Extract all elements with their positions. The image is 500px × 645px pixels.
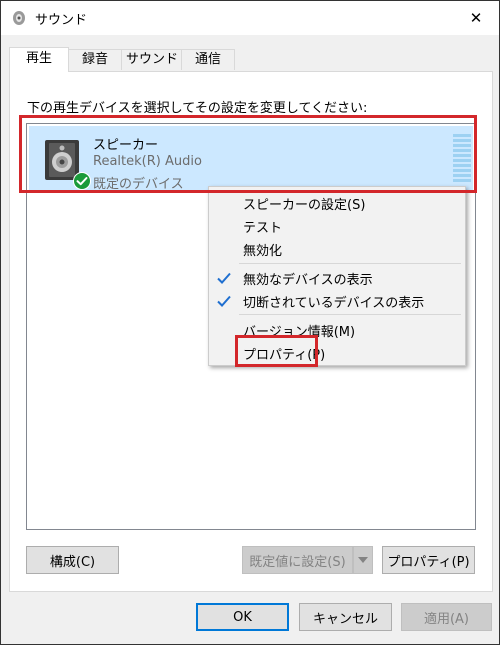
check-icon — [217, 272, 231, 284]
context-menu: スピーカーの設定(S) テスト 無効化 無効なデバイスの表示 切断されているデバ… — [208, 186, 466, 366]
check-badge-icon — [73, 172, 91, 190]
menu-item-show-disabled[interactable]: 無効なデバイスの表示 — [243, 269, 373, 288]
volume-level-meter — [453, 134, 471, 182]
chevron-down-icon — [358, 557, 368, 563]
device-status: 既定のデバイス — [93, 177, 184, 192]
check-icon — [217, 295, 231, 307]
speaker-small-icon — [13, 11, 25, 25]
menu-item-show-disconnected[interactable]: 切断されているデバイスの表示 — [243, 292, 424, 311]
menu-item-test[interactable]: テスト — [243, 217, 282, 236]
menu-separator — [239, 314, 461, 315]
device-driver: Realtek(R) Audio — [93, 154, 202, 169]
menu-separator — [239, 263, 461, 264]
tab-playback[interactable]: 再生 — [9, 47, 69, 72]
set-default-dropdown[interactable] — [353, 546, 373, 574]
cancel-button[interactable]: キャンセル — [299, 603, 392, 631]
instruction-text: 下の再生デバイスを選択してその設定を変更してください: — [27, 101, 368, 116]
close-icon: ✕ — [469, 9, 483, 27]
apply-button[interactable]: 適用(A) — [401, 603, 492, 631]
menu-item-version[interactable]: バージョン情報(M) — [243, 321, 355, 340]
ok-button[interactable]: OK — [196, 603, 289, 631]
device-name: スピーカー — [93, 138, 159, 153]
tab-sounds[interactable]: サウンド — [121, 49, 183, 70]
title-bar: サウンド ✕ — [1, 1, 499, 35]
tab-strip: 再生 録音 サウンド 通信 — [9, 47, 491, 72]
tab-communications[interactable]: 通信 — [181, 49, 235, 70]
close-button[interactable]: ✕ — [453, 1, 499, 35]
window-title: サウンド — [35, 13, 88, 28]
menu-item-disable[interactable]: 無効化 — [243, 240, 282, 259]
device-row-speaker[interactable]: スピーカー Realtek(R) Audio 既定のデバイス — [29, 126, 473, 192]
tab-recording[interactable]: 録音 — [67, 49, 123, 70]
menu-item-speaker-settings[interactable]: スピーカーの設定(S) — [243, 194, 365, 213]
properties-button[interactable]: プロパティ(P) — [382, 546, 475, 574]
set-default-button[interactable]: 既定値に設定(S) — [242, 546, 353, 574]
configure-button[interactable]: 構成(C) — [26, 546, 119, 574]
menu-item-properties[interactable]: プロパティ(P) — [243, 344, 325, 363]
